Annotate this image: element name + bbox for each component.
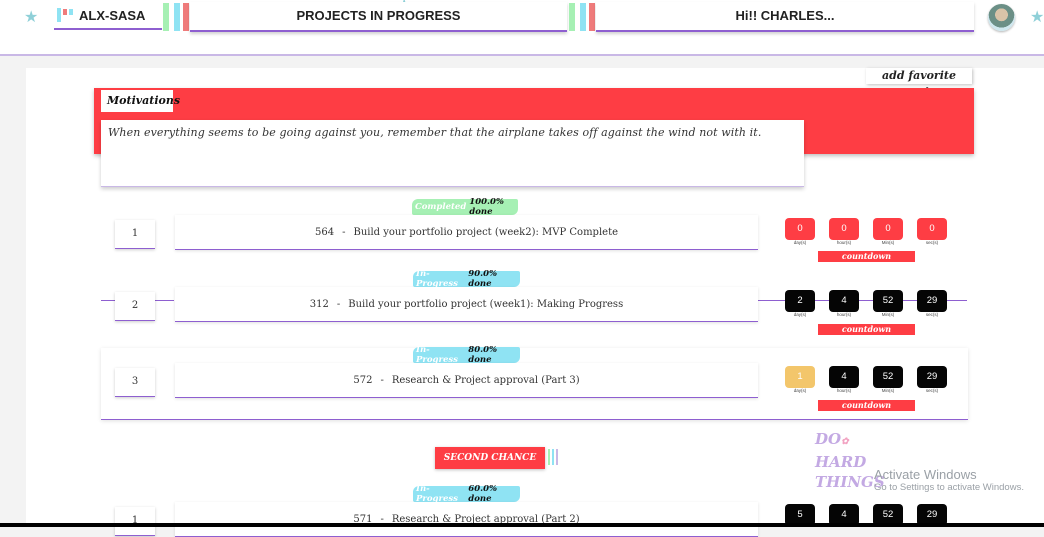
slogan-line: HARD xyxy=(815,453,867,471)
add-favorite-quote-button[interactable]: add favorite quote xyxy=(866,68,972,98)
status-badge: Completed 100.0% done xyxy=(412,197,518,217)
countdown-button[interactable]: countdown xyxy=(818,324,915,335)
divider-bar xyxy=(183,3,189,31)
divider-bar xyxy=(580,3,586,31)
divider-bar xyxy=(548,449,550,465)
percent-text: 100.0% done xyxy=(469,197,504,217)
days-counter: 1 xyxy=(785,366,815,388)
secs-label: sec(s) xyxy=(925,240,939,245)
star-icon: ★ xyxy=(24,7,39,26)
divider-bar xyxy=(556,449,558,465)
secs-counter: 29 xyxy=(917,290,947,312)
divider-bar xyxy=(552,449,554,465)
countdown-button[interactable]: countdown xyxy=(818,251,915,262)
page-title: PROJECTS IN PROGRESS xyxy=(190,2,567,32)
status-badge: In-Progress 90.0% done xyxy=(413,269,520,289)
project-id: 572 xyxy=(353,374,373,386)
hours-counter: 4 xyxy=(829,366,859,388)
project-number: 2 xyxy=(115,292,155,321)
flower-icon: ✿ xyxy=(841,437,849,447)
project-name: Build your portfolio project (week1): Ma… xyxy=(348,298,624,310)
quote-text: When everything seems to be going agains… xyxy=(108,126,762,139)
status-text: Completed xyxy=(415,202,467,212)
hours-label: hour(s) xyxy=(836,312,852,317)
watermark-subtitle: Go to Settings to activate Windows. xyxy=(874,482,1024,493)
days-label: day(s) xyxy=(793,312,807,317)
title-separator: - xyxy=(342,226,346,238)
second-chance-button[interactable]: SECOND CHANCE xyxy=(435,447,545,469)
project-id: 564 xyxy=(314,226,335,238)
days-counter: 2 xyxy=(785,290,815,312)
avatar[interactable] xyxy=(988,4,1015,31)
mins-counter: 52 xyxy=(873,366,903,388)
percent-text: 60.0% done xyxy=(468,484,498,504)
project-name: Build your portfolio project (week2): MV… xyxy=(353,226,619,238)
status-badge: In-Progress 60.0% done xyxy=(413,484,520,504)
taskbar-edge xyxy=(0,523,1044,527)
percent-text: 80.0% done xyxy=(468,345,498,365)
percent-text: 90.0% done xyxy=(468,269,498,289)
activate-windows-watermark: Activate Windows Go to Settings to activ… xyxy=(874,467,1024,493)
project-id: 312 xyxy=(309,298,329,310)
days-label: day(s) xyxy=(793,240,807,245)
hours-label: hour(s) xyxy=(836,388,852,393)
project-name: Research & Project approval (Part 3) xyxy=(391,374,580,386)
hours-counter: 0 xyxy=(829,218,859,240)
secs-label: sec(s) xyxy=(925,388,939,393)
watermark-title: Activate Windows xyxy=(874,467,977,482)
status-text: In-Progress xyxy=(416,345,458,365)
title-separator: - xyxy=(336,298,341,310)
days-counter: 0 xyxy=(785,218,815,240)
page-title-text: PROJECTS IN PROGRESS xyxy=(296,8,461,23)
hours-label: hour(s) xyxy=(836,240,852,245)
greeting-box: Hi!! CHARLES... xyxy=(596,2,974,32)
secs-counter: 0 xyxy=(917,218,947,240)
star-icon: ★ xyxy=(1030,7,1044,26)
secs-counter: 29 xyxy=(917,366,947,388)
brand-box[interactable]: ALX-SASA xyxy=(54,2,162,30)
project-number: 1 xyxy=(115,220,155,249)
project-title[interactable]: 312 - Build your portfolio project (week… xyxy=(175,287,758,322)
divider-bar xyxy=(163,3,169,31)
status-text: In-Progress xyxy=(416,484,458,504)
secs-label: sec(s) xyxy=(925,312,939,317)
brand-name: ALX-SASA xyxy=(79,8,146,23)
project-number: 1 xyxy=(115,507,155,536)
status-badge: In-Progress 80.0% done xyxy=(413,345,520,365)
slogan-line: DO xyxy=(815,430,842,448)
divider-bar xyxy=(569,3,575,31)
motivations-title: Motivations xyxy=(101,90,180,112)
slogan: DO✿ HARD THINGS xyxy=(815,429,885,492)
hours-counter: 4 xyxy=(829,290,859,312)
project-title[interactable]: 564 - Build your portfolio project (week… xyxy=(175,215,758,250)
slogan-line: THINGS xyxy=(815,473,885,491)
days-label: day(s) xyxy=(793,388,807,393)
divider-bar xyxy=(174,3,180,31)
mins-label: Min(s) xyxy=(881,388,895,393)
title-separator: - xyxy=(380,374,384,386)
status-text: In-Progress xyxy=(416,269,458,289)
mins-counter: 0 xyxy=(873,218,903,240)
project-title[interactable]: 572 - Research & Project approval (Part … xyxy=(175,363,758,398)
project-title[interactable]: 571 - Research & Project approval (Part … xyxy=(175,502,758,537)
mins-label: Min(s) xyxy=(881,240,895,245)
greeting-text: Hi!! CHARLES... xyxy=(735,8,835,23)
countdown-button[interactable]: countdown xyxy=(818,400,915,411)
project-number: 3 xyxy=(115,368,155,397)
mins-label: Min(s) xyxy=(881,312,895,317)
divider-bar xyxy=(589,3,595,31)
mins-counter: 52 xyxy=(873,290,903,312)
